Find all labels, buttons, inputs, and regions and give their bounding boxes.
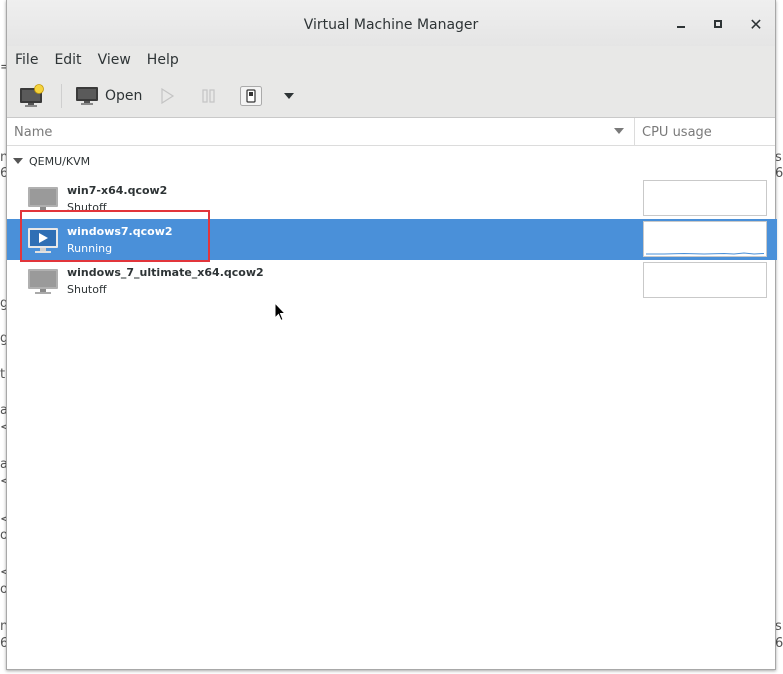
shutdown-menu-button[interactable] <box>283 82 295 110</box>
open-button[interactable]: Open <box>75 82 142 110</box>
minimize-button[interactable] <box>671 14 691 34</box>
expander-icon[interactable] <box>13 158 23 164</box>
bg-text-fragment: sl <box>775 150 783 165</box>
menu-help[interactable]: Help <box>139 52 187 68</box>
vm-row[interactable]: win7-x64.qcow2 Shutoff <box>7 178 777 219</box>
list-header: Name CPU usage <box>7 118 775 146</box>
pause-button[interactable] <box>201 82 217 110</box>
window-title: Virtual Machine Manager <box>303 17 479 33</box>
bg-text-fragment: t <box>0 367 6 382</box>
vm-name: windows_7_ultimate_x64.qcow2 <box>67 266 264 279</box>
cpu-usage-graph <box>643 180 767 216</box>
maximize-icon <box>714 20 722 28</box>
vm-name: win7-x64.qcow2 <box>67 184 168 197</box>
close-button[interactable]: ✕ <box>746 14 766 34</box>
vm-name: windows7.qcow2 <box>67 225 173 238</box>
connection-label: QEMU/KVM <box>29 155 91 168</box>
new-vm-button[interactable] <box>19 82 45 110</box>
cpu-usage-graph <box>643 262 767 298</box>
open-label: Open <box>105 88 143 104</box>
connection-group-row[interactable]: QEMU/KVM <box>7 152 775 172</box>
toolbar-separator <box>61 84 62 108</box>
toolbar: Open <box>7 74 775 118</box>
menu-edit[interactable]: Edit <box>46 52 89 68</box>
vm-shutoff-icon <box>28 269 58 294</box>
mouse-cursor-icon <box>274 302 286 322</box>
vm-status: Running <box>67 242 113 255</box>
sort-arrow-icon[interactable] <box>614 128 624 134</box>
monitor-icon <box>76 87 98 105</box>
menu-view[interactable]: View <box>90 52 139 68</box>
pause-icon <box>202 89 215 103</box>
shutdown-button[interactable] <box>239 82 263 110</box>
vm-shutoff-icon <box>28 187 58 212</box>
column-name-header[interactable]: Name <box>14 125 52 140</box>
play-icon <box>161 87 175 105</box>
maximize-button[interactable] <box>708 14 728 34</box>
bg-text-fragment: 6 <box>775 636 783 651</box>
bg-text-fragment: sl <box>775 619 783 634</box>
menu-bar: File Edit View Help <box>7 46 775 74</box>
vm-row-selected[interactable]: windows7.qcow2 Running <box>7 219 777 260</box>
column-cpu-header[interactable]: CPU usage <box>642 125 712 140</box>
vm-status: Shutoff <box>67 283 107 296</box>
run-button[interactable] <box>159 82 175 110</box>
new-vm-icon <box>20 84 44 107</box>
vm-row[interactable]: windows_7_ultimate_x64.qcow2 Shutoff <box>7 260 777 301</box>
title-bar[interactable]: Virtual Machine Manager ✕ <box>7 0 775 46</box>
vmm-window: Virtual Machine Manager ✕ File Edit View… <box>6 0 777 670</box>
chevron-down-icon <box>284 93 294 99</box>
vm-running-icon <box>28 228 58 253</box>
vm-status: Shutoff <box>67 201 107 214</box>
cpu-usage-graph <box>643 221 767 257</box>
column-divider[interactable] <box>634 118 635 146</box>
menu-file[interactable]: File <box>7 52 46 68</box>
cpu-sparkline <box>646 252 765 255</box>
minimize-icon <box>677 26 685 28</box>
shutdown-icon <box>240 86 262 106</box>
close-icon: ✕ <box>749 14 763 34</box>
